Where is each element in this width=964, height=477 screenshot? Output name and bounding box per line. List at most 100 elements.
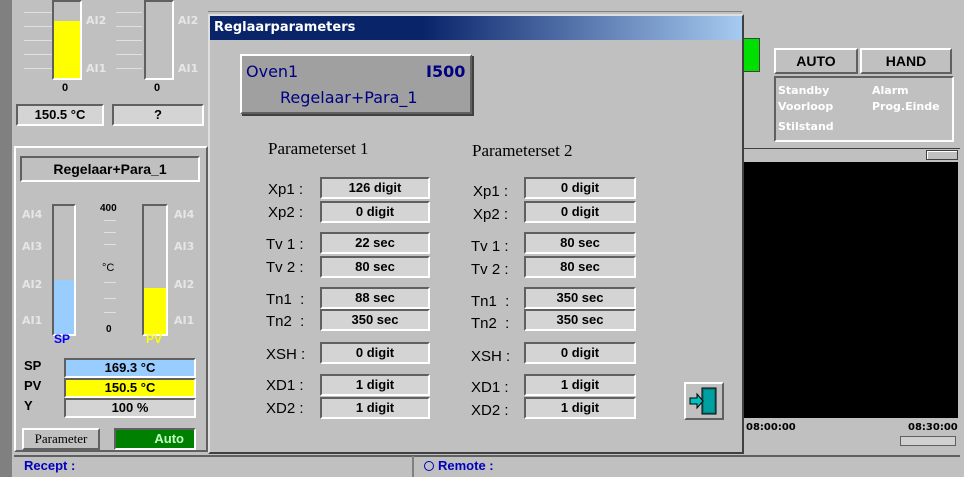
set1-xp2-field: 0 digit	[320, 201, 430, 223]
left-edge-strip	[0, 0, 12, 477]
sp-bar-fill	[54, 280, 74, 334]
status-voorloop: Voorloop	[778, 100, 834, 113]
set2-tn2-label: Tn2 :	[471, 315, 510, 332]
set1-tv2-label: Tv 2 :	[266, 259, 304, 276]
set2-tv2-field: 80 sec	[524, 256, 636, 278]
pv-bar-label: PV	[146, 332, 163, 346]
gauge-2-scale	[116, 0, 142, 84]
set2-xsh-label: XSH :	[471, 348, 511, 365]
hand-button[interactable]: HAND	[860, 48, 952, 74]
ai2-left: AI2	[22, 278, 43, 291]
status-stilstand: Stilstand	[778, 120, 834, 133]
chart-scroll-thumb[interactable]	[926, 150, 958, 160]
status-standby: Standby	[778, 84, 830, 97]
status-alarm: Alarm	[872, 84, 909, 97]
gauge-2-value: ?	[112, 104, 204, 126]
remote-label: Remote :	[438, 458, 494, 473]
time-start: 08:00:00	[746, 422, 796, 433]
set2-xsh-field: 0 digit	[524, 342, 636, 364]
status-prog-einde: Prog.Einde	[872, 100, 940, 113]
set1-xd2-label: XD2 :	[266, 400, 304, 417]
exit-door-icon	[689, 387, 717, 415]
gauge-1-bar	[52, 0, 82, 80]
ai2-right: AI2	[174, 278, 195, 291]
set2-title: Parameterset 2	[472, 141, 573, 160]
set2-xp2-label: Xp2 :	[473, 206, 509, 223]
set2-tv2-label: Tv 2 :	[471, 261, 509, 278]
auto-status: Auto	[114, 428, 196, 450]
set1-tn1-label: Tn1 :	[266, 291, 305, 308]
set1-xp1-field: 126 digit	[320, 177, 430, 199]
set1-title: Parameterset 1	[268, 139, 369, 158]
ai1-left: AI1	[22, 314, 43, 327]
oven-name: Oven1	[246, 62, 299, 81]
dialog-title: Reglaarparameters	[214, 20, 356, 35]
set2-xd1-field: 1 digit	[524, 374, 636, 396]
set2-xp1-label: Xp1 :	[473, 183, 509, 200]
ai4-left: AI4	[22, 208, 43, 221]
pv-bar-fill	[144, 287, 166, 334]
set1-xd1-field: 1 digit	[320, 374, 430, 396]
sp-bar	[52, 204, 76, 336]
set2-tn1-field: 350 sec	[524, 287, 636, 309]
remote-indicator-icon	[424, 461, 434, 471]
instrument-code: I500	[426, 62, 466, 81]
scale-unit: °C	[102, 262, 115, 274]
recept-label: Recept :	[24, 458, 76, 473]
sp-bar-label: SP	[54, 332, 71, 346]
gauge-2-bar	[144, 0, 174, 80]
set2-tn2-field: 350 sec	[524, 309, 636, 331]
controller-name: Regelaar+Para_1	[280, 88, 418, 107]
set1-xsh-field: 0 digit	[320, 342, 430, 364]
auto-button[interactable]: AUTO	[774, 48, 858, 74]
gauge-1-zero: 0	[62, 82, 69, 94]
set1-tn1-field: 88 sec	[320, 287, 430, 309]
gauge-2-ai2-label: AI2	[178, 14, 199, 27]
scale-zero: 0	[106, 324, 112, 335]
gauge-2-zero: 0	[154, 82, 161, 94]
statusbar-divider	[412, 456, 414, 477]
pv-bar	[142, 204, 168, 336]
scale-top: 400	[100, 203, 117, 214]
set2-xp2-field: 0 digit	[524, 201, 636, 223]
top-strip	[208, 0, 742, 12]
set2-xd2-field: 1 digit	[524, 397, 636, 419]
set1-xsh-label: XSH :	[266, 346, 306, 363]
set1-xd1-label: XD1 :	[266, 377, 304, 394]
trend-chart	[742, 162, 958, 418]
gauge-1-value: 150.5 °C	[16, 104, 104, 126]
set2-tn1-label: Tn1 :	[471, 293, 510, 310]
exit-button[interactable]	[684, 382, 724, 420]
set2-xp1-field: 0 digit	[524, 177, 636, 199]
set1-tv1-label: Tv 1 :	[266, 236, 304, 253]
set1-xp2-label: Xp2 :	[268, 204, 304, 221]
set1-tv1-field: 22 sec	[320, 232, 430, 254]
gauge-1-scale	[24, 0, 52, 84]
set2-tv1-label: Tv 1 :	[471, 238, 509, 255]
ai4-right: AI4	[174, 208, 195, 221]
pv-value: 150.5 °C	[64, 378, 196, 398]
ai3-right: AI3	[174, 240, 195, 253]
parameter-button[interactable]: Parameter	[22, 428, 100, 450]
ai3-left: AI3	[22, 240, 43, 253]
set1-tn2-field: 350 sec	[320, 309, 430, 331]
y-value: 100 %	[64, 398, 196, 418]
set2-tv1-field: 80 sec	[524, 232, 636, 254]
pv-label: PV	[24, 378, 42, 393]
gauge-1-ai1-label: AI1	[86, 62, 107, 75]
set2-xd1-label: XD1 :	[471, 379, 509, 396]
time-end: 08:30:00	[908, 422, 958, 433]
gauge-2-ai1-label: AI1	[178, 62, 199, 75]
set1-tn2-label: Tn2 :	[266, 313, 305, 330]
y-label: Y	[24, 398, 33, 413]
set1-tv2-field: 80 sec	[320, 256, 430, 278]
controller-title: Regelaar+Para_1	[20, 156, 200, 182]
set1-xd2-field: 1 digit	[320, 397, 430, 419]
sp-value: 169.3 °C	[64, 358, 196, 378]
chart-nav-controls[interactable]	[900, 436, 956, 446]
set1-xp1-label: Xp1 :	[268, 181, 304, 198]
ai1-right: AI1	[174, 314, 195, 327]
set2-xd2-label: XD2 :	[471, 402, 509, 419]
gauge-1-fill	[54, 21, 80, 78]
gauge-1-ai2-label: AI2	[86, 14, 107, 27]
